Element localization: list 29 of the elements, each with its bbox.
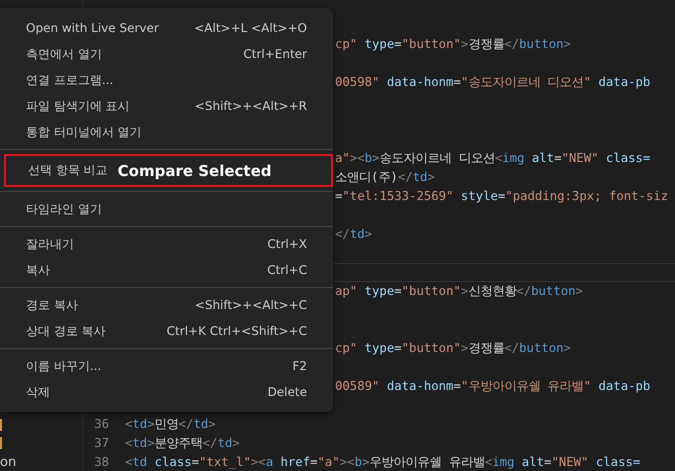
- code-line: cp" type="button">경쟁률</button>: [335, 340, 571, 357]
- code-line: <td>분양주택</td>: [125, 435, 240, 452]
- line-number: 36: [93, 416, 109, 433]
- menu-item[interactable]: 복사 Ctrl+C: [0, 257, 333, 283]
- menu-item[interactable]: 타임라인 열기: [0, 196, 333, 222]
- code-line: cp" type="button">경쟁률</button>: [335, 36, 571, 53]
- line-number: 37: [93, 435, 109, 452]
- menu-item[interactable]: 측면에서 열기 Ctrl+Enter: [0, 41, 333, 67]
- code-line: 소앤디(주)</td>: [335, 169, 435, 186]
- menu-item[interactable]: 선택 항목 비교 Compare Selected: [4, 154, 333, 187]
- menu-item[interactable]: 통합 터미널에서 열기: [0, 119, 333, 145]
- code-line: ="tel:1533-2569" style="padding:3px; font-siz: [335, 188, 668, 205]
- menu-item[interactable]: Open with Live Server <Alt>+L <Alt>+O: [0, 15, 333, 41]
- code-line: ap" type="button">신청현황</button>: [335, 283, 583, 300]
- code-line: a"><b>송도자이르네 디오션<img alt="NEW" class=: [335, 150, 650, 167]
- menu-item[interactable]: 이름 바꾸기... F2: [0, 353, 333, 379]
- line-number: 38: [93, 454, 109, 471]
- code-line: 00589" data-honm="우방아이유쉘 유라밸" data-pb: [335, 378, 650, 395]
- menu-item[interactable]: 연결 프로그램...: [0, 67, 333, 93]
- code-line: 00598" data-honm="송도자이르네 디오션" data-pb: [335, 74, 650, 91]
- menu-item[interactable]: 파일 탐색기에 표시 <Shift>+<Alt>+R: [0, 93, 333, 119]
- menu-item[interactable]: 잘라내기 Ctrl+X: [0, 231, 333, 257]
- code-line: <td class="txt_l"><a href="a"><b>우방아이유쉘 유라밸<img alt="NEW" class=: [125, 454, 640, 471]
- menu-item[interactable]: 삭제 Delete: [0, 379, 333, 405]
- menu-item[interactable]: 상대 경로 복사 Ctrl+K Ctrl+<Shift>+C: [0, 318, 333, 344]
- code-line: </td>: [335, 226, 372, 243]
- menu-item[interactable]: 경로 복사 <Shift>+<Alt>+C: [0, 292, 333, 318]
- code-line: <td>민영</td>: [125, 416, 216, 433]
- file-name-text[interactable]: on: [0, 454, 16, 471]
